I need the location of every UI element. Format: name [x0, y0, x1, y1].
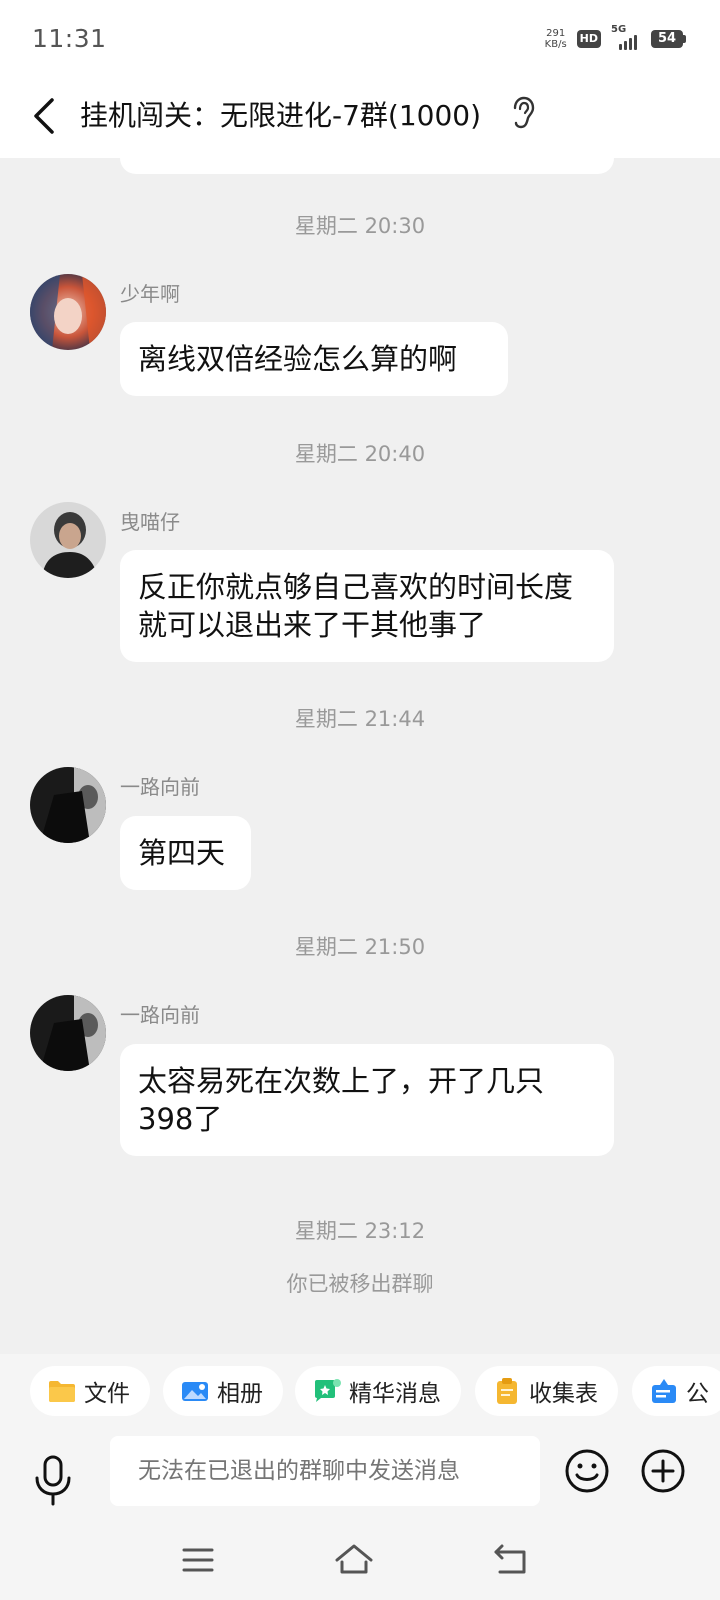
- quick-action-label: 相册: [217, 1381, 263, 1407]
- quick-action-label: 文件: [84, 1381, 130, 1407]
- avatar[interactable]: [30, 502, 106, 578]
- menu-icon: [182, 1548, 214, 1572]
- clipboard-icon: [493, 1378, 521, 1404]
- quick-action-bar[interactable]: 文件 相册 精华消息 收集表 公: [0, 1354, 720, 1434]
- network-speed: 291 KB/s: [545, 28, 567, 50]
- back-button[interactable]: [26, 92, 62, 140]
- avatar-image: [30, 502, 106, 578]
- avatar-image: [30, 767, 106, 843]
- status-bar: 11:31 291 KB/s HD 5G 54: [0, 0, 720, 76]
- return-icon: [494, 1544, 526, 1574]
- ear-icon[interactable]: [510, 96, 536, 130]
- system-notice: 你已被移出群聊: [286, 1272, 434, 1296]
- message-timestamp: 星期二 21:50: [294, 935, 426, 959]
- signal-icon: 5G: [611, 24, 641, 50]
- plus-circle-icon: [641, 1449, 685, 1493]
- sender-name: 曳喵仔: [120, 510, 180, 534]
- avatar-image: [30, 274, 106, 350]
- message-timestamp: 星期二 21:44: [294, 707, 426, 731]
- battery-level: 54: [651, 30, 683, 48]
- previous-message-bubble: [120, 158, 614, 174]
- quick-action-label: 公: [686, 1381, 709, 1407]
- sender-name: 一路向前: [120, 775, 200, 799]
- sender-name: 一路向前: [120, 1003, 200, 1027]
- quick-action-album-button[interactable]: 相册: [163, 1366, 283, 1416]
- network-speed-unit: KB/s: [544, 39, 567, 50]
- chat-header: 挂机闯关：无限进化-7群(1000): [0, 76, 720, 158]
- folder-icon: [48, 1378, 76, 1404]
- network-type-label: 5G: [611, 24, 627, 35]
- emoji-button[interactable]: [564, 1448, 610, 1494]
- voice-button[interactable]: [30, 1454, 76, 1510]
- message-bubble[interactable]: 反正你就点够自己喜欢的时间长度就可以退出来了干其他事了: [120, 550, 614, 662]
- quick-action-label: 精华消息: [349, 1381, 441, 1407]
- hd-icon: HD: [576, 30, 601, 48]
- input-row: [0, 1434, 720, 1538]
- sender-name: 少年啊: [120, 282, 180, 306]
- avatar[interactable]: [30, 767, 106, 843]
- avatar[interactable]: [30, 274, 106, 350]
- message-bubble[interactable]: 离线双倍经验怎么算的啊: [120, 322, 508, 396]
- quick-action-label: 收集表: [529, 1381, 598, 1407]
- quick-action-announcement-button[interactable]: 公: [632, 1366, 720, 1416]
- microphone-icon: [35, 1455, 71, 1506]
- home-icon: [335, 1544, 373, 1574]
- avatar[interactable]: [30, 995, 106, 1071]
- chat-area[interactable]: 星期二 20:30 少年啊 离线双倍经验怎么算的啊 星期二 20:40 曳喵仔 …: [0, 158, 720, 1354]
- message-bubble[interactable]: 第四天: [120, 816, 251, 890]
- system-navigation-bar: [0, 1538, 720, 1600]
- quick-action-file-button[interactable]: 文件: [30, 1366, 150, 1416]
- nav-back-button[interactable]: [492, 1542, 532, 1578]
- group-title[interactable]: 挂机闯关：无限进化-7群(1000): [80, 94, 481, 134]
- message-timestamp: 星期二 20:30: [294, 214, 426, 238]
- message-timestamp: 星期二 23:12: [294, 1219, 426, 1243]
- avatar-image: [30, 995, 106, 1071]
- message-input[interactable]: [110, 1436, 540, 1506]
- quick-action-collect-button[interactable]: 收集表: [475, 1366, 618, 1416]
- nav-menu-button[interactable]: [178, 1542, 218, 1578]
- message-bubble[interactable]: 太容易死在次数上了，开了几只398了: [120, 1044, 614, 1156]
- message-timestamp: 星期二 20:40: [294, 442, 426, 466]
- status-icons: 291 KB/s HD 5G 54: [545, 24, 686, 54]
- more-button[interactable]: [640, 1448, 686, 1494]
- nav-home-button[interactable]: [334, 1542, 374, 1578]
- network-speed-value: 291: [546, 28, 566, 39]
- essence-message-icon: [313, 1378, 341, 1404]
- announcement-icon: [650, 1378, 678, 1404]
- status-time: 11:31: [32, 24, 107, 53]
- battery-icon: 54: [651, 30, 686, 48]
- back-arrow-icon: [34, 98, 54, 134]
- photo-album-icon: [181, 1378, 209, 1404]
- smiley-icon: [565, 1449, 609, 1493]
- quick-action-essence-button[interactable]: 精华消息: [295, 1366, 461, 1416]
